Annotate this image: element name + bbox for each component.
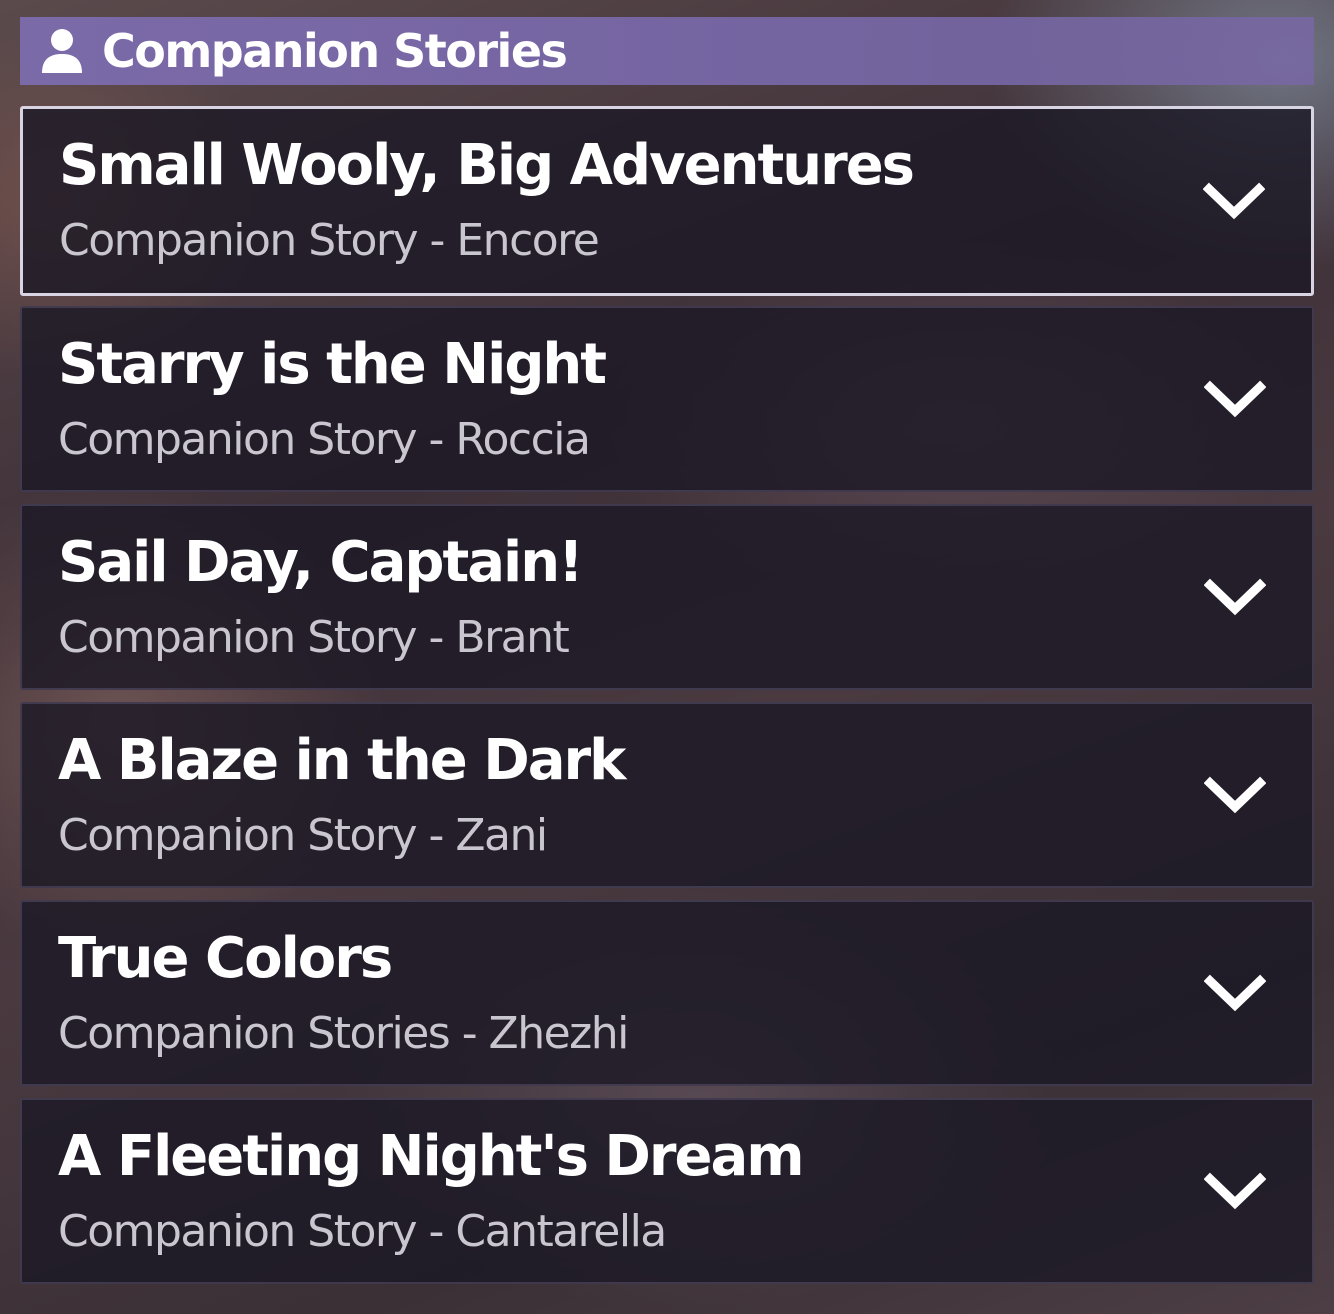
story-item-true-colors[interactable]: True Colors Companion Stories - Zhezhi [20,900,1314,1086]
person-icon [40,27,84,75]
story-title: Sail Day, Captain! [58,530,584,595]
chevron-down-icon[interactable] [1202,181,1266,221]
story-title: A Fleeting Night's Dream [58,1124,805,1189]
story-item-blaze-dark[interactable]: A Blaze in the Dark Companion Story - Za… [20,702,1314,888]
story-title: A Blaze in the Dark [58,728,626,793]
story-subtitle: Companion Story - Roccia [58,414,591,465]
story-subtitle: Companion Stories - Zhezhi [58,1008,629,1059]
story-subtitle: Companion Story - Cantarella [58,1206,667,1257]
section-header: Companion Stories [20,17,1314,85]
story-title: Small Wooly, Big Adventures [59,133,915,198]
story-item-small-wooly[interactable]: Small Wooly, Big Adventures Companion St… [20,106,1314,296]
story-list: Small Wooly, Big Adventures Companion St… [20,106,1314,1296]
section-title: Companion Stories [102,24,568,78]
chevron-down-icon[interactable] [1203,973,1267,1013]
chevron-down-icon[interactable] [1203,379,1267,419]
chevron-down-icon[interactable] [1203,577,1267,617]
story-item-starry-night[interactable]: Starry is the Night Companion Story - Ro… [20,306,1314,492]
chevron-down-icon[interactable] [1203,1171,1267,1211]
chevron-down-icon[interactable] [1203,775,1267,815]
story-item-sail-day[interactable]: Sail Day, Captain! Companion Story - Bra… [20,504,1314,690]
story-title: True Colors [58,926,393,991]
story-subtitle: Companion Story - Encore [59,215,600,266]
story-subtitle: Companion Story - Brant [58,612,570,663]
story-title: Starry is the Night [58,332,607,397]
story-subtitle: Companion Story - Zani [58,810,548,861]
story-item-fleeting-dream[interactable]: A Fleeting Night's Dream Companion Story… [20,1098,1314,1284]
